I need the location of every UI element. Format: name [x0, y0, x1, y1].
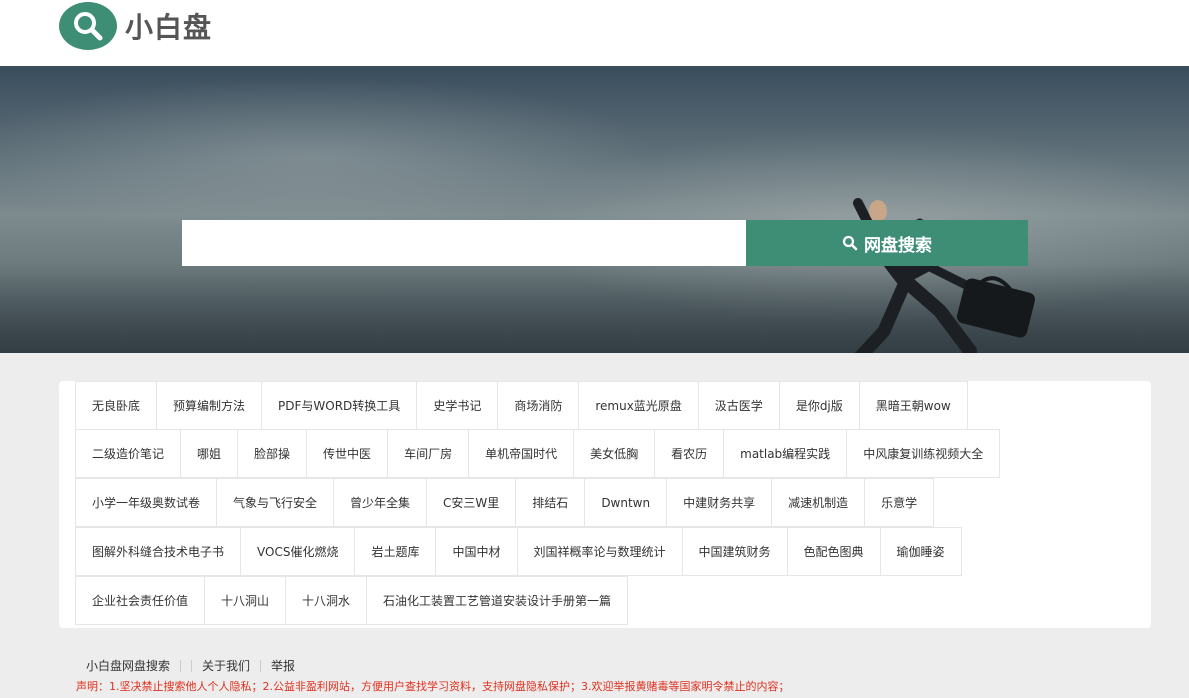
keyword-tag[interactable]: 曾少年全集 [333, 478, 428, 527]
tag-row: 小学一年级奥数试卷 气象与飞行安全 曾少年全集 C安三W里 排结石 Dwntwn… [75, 478, 1135, 528]
keyword-tag[interactable]: 排结石 [515, 478, 586, 527]
keyword-tag[interactable]: 单机帝国时代 [468, 429, 575, 478]
site-header: 小白盘 [0, 0, 1189, 66]
search-icon [842, 235, 858, 251]
hero-banner [0, 66, 1189, 353]
keyword-tag[interactable]: 商场消防 [497, 381, 580, 430]
keyword-tag[interactable]: C安三W里 [426, 478, 517, 527]
keyword-tag[interactable]: 刘国祥概率论与数理统计 [516, 527, 683, 576]
keyword-tag[interactable]: 气象与飞行安全 [216, 478, 335, 527]
keyword-tag[interactable]: 脸部操 [237, 429, 308, 478]
keyword-tag[interactable]: 岩土题库 [354, 527, 437, 576]
keyword-tag[interactable]: 瑜伽睡姿 [879, 527, 962, 576]
keyword-tag[interactable]: 减速机制造 [771, 478, 866, 527]
disclaimer-notice: 声明：1.坚决禁止搜索他人个人隐私；2.公益非盈利网站，方便用户查找学习资料，支… [76, 680, 790, 693]
tag-row: 二级造价笔记 哪姐 脸部操 传世中医 车间厂房 单机帝国时代 美女低胸 看农历 … [75, 429, 1135, 479]
keyword-tag[interactable]: 哪姐 [180, 429, 239, 478]
keyword-tag[interactable]: Dwntwn [584, 478, 668, 527]
hot-keywords-panel: 无良卧底 预算编制方法 PDF与WORD转换工具 史学书记 商场消防 remux… [59, 381, 1151, 628]
site-logo[interactable]: 小白盘 [59, 2, 212, 50]
footer-link-about[interactable]: 关于我们 [202, 657, 250, 674]
search-button[interactable]: 网盘搜索 [746, 220, 1028, 266]
tag-row: 图解外科缝合技术电子书 VOCS催化燃烧 岩土题库 中国中材 刘国祥概率论与数理… [75, 527, 1135, 577]
keyword-tag[interactable]: 预算编制方法 [156, 381, 263, 430]
keyword-tag[interactable]: remux蓝光原盘 [578, 381, 699, 430]
keyword-tag[interactable]: VOCS催化燃烧 [240, 527, 356, 576]
keyword-tag[interactable]: 传世中医 [306, 429, 389, 478]
keyword-tag[interactable]: 图解外科缝合技术电子书 [75, 527, 242, 576]
keyword-tag[interactable]: 是你dj版 [778, 381, 860, 430]
tag-row: 企业社会责任价值 十八洞山 十八洞水 石油化工装置工艺管道安装设计手册第一篇 [75, 576, 1135, 626]
search-icon [59, 2, 117, 50]
footer-divider [260, 659, 262, 672]
keyword-tag[interactable]: 史学书记 [416, 381, 499, 430]
search-input[interactable] [182, 220, 746, 266]
keyword-tag[interactable]: 小学一年级奥数试卷 [75, 478, 218, 527]
keyword-tag[interactable]: 车间厂房 [387, 429, 470, 478]
footer-link-report[interactable]: 举报 [271, 657, 295, 674]
tag-row: 无良卧底 预算编制方法 PDF与WORD转换工具 史学书记 商场消防 remux… [75, 381, 1135, 430]
keyword-tag[interactable]: 中风康复训练视频大全 [846, 429, 1001, 478]
keyword-tag[interactable]: 十八洞水 [285, 576, 368, 625]
keyword-tag[interactable]: 企业社会责任价值 [75, 576, 206, 625]
keyword-tag[interactable]: 中国建筑财务 [681, 527, 788, 576]
keyword-tag[interactable]: matlab编程实践 [723, 429, 848, 478]
jumping-businessman-image [853, 198, 1036, 353]
keyword-tag[interactable]: 汲古医学 [697, 381, 780, 430]
keyword-tag[interactable]: 中建财务共享 [666, 478, 773, 527]
footer-links: 小白盘网盘搜索 关于我们 举报 [86, 657, 295, 674]
keyword-tag[interactable]: 无良卧底 [75, 381, 158, 430]
keyword-tag[interactable]: 黑暗王朝wow [858, 381, 968, 430]
keyword-tag[interactable]: 乐意学 [864, 478, 935, 527]
site-name: 小白盘 [125, 11, 213, 44]
keyword-tag[interactable]: 中国中材 [435, 527, 518, 576]
keyword-tag[interactable]: PDF与WORD转换工具 [261, 381, 418, 430]
keyword-tag[interactable]: 色配色图典 [786, 527, 881, 576]
keyword-tag[interactable]: 二级造价笔记 [75, 429, 182, 478]
keyword-tag[interactable]: 十八洞山 [204, 576, 287, 625]
keyword-tag[interactable]: 看农历 [654, 429, 725, 478]
keyword-tag[interactable]: 美女低胸 [573, 429, 656, 478]
keyword-tag[interactable]: 石油化工装置工艺管道安装设计手册第一篇 [366, 576, 629, 625]
footer-link-home[interactable]: 小白盘网盘搜索 [86, 657, 170, 674]
search-button-label: 网盘搜索 [864, 235, 932, 256]
footer-divider [180, 659, 182, 672]
footer-divider [191, 659, 193, 672]
